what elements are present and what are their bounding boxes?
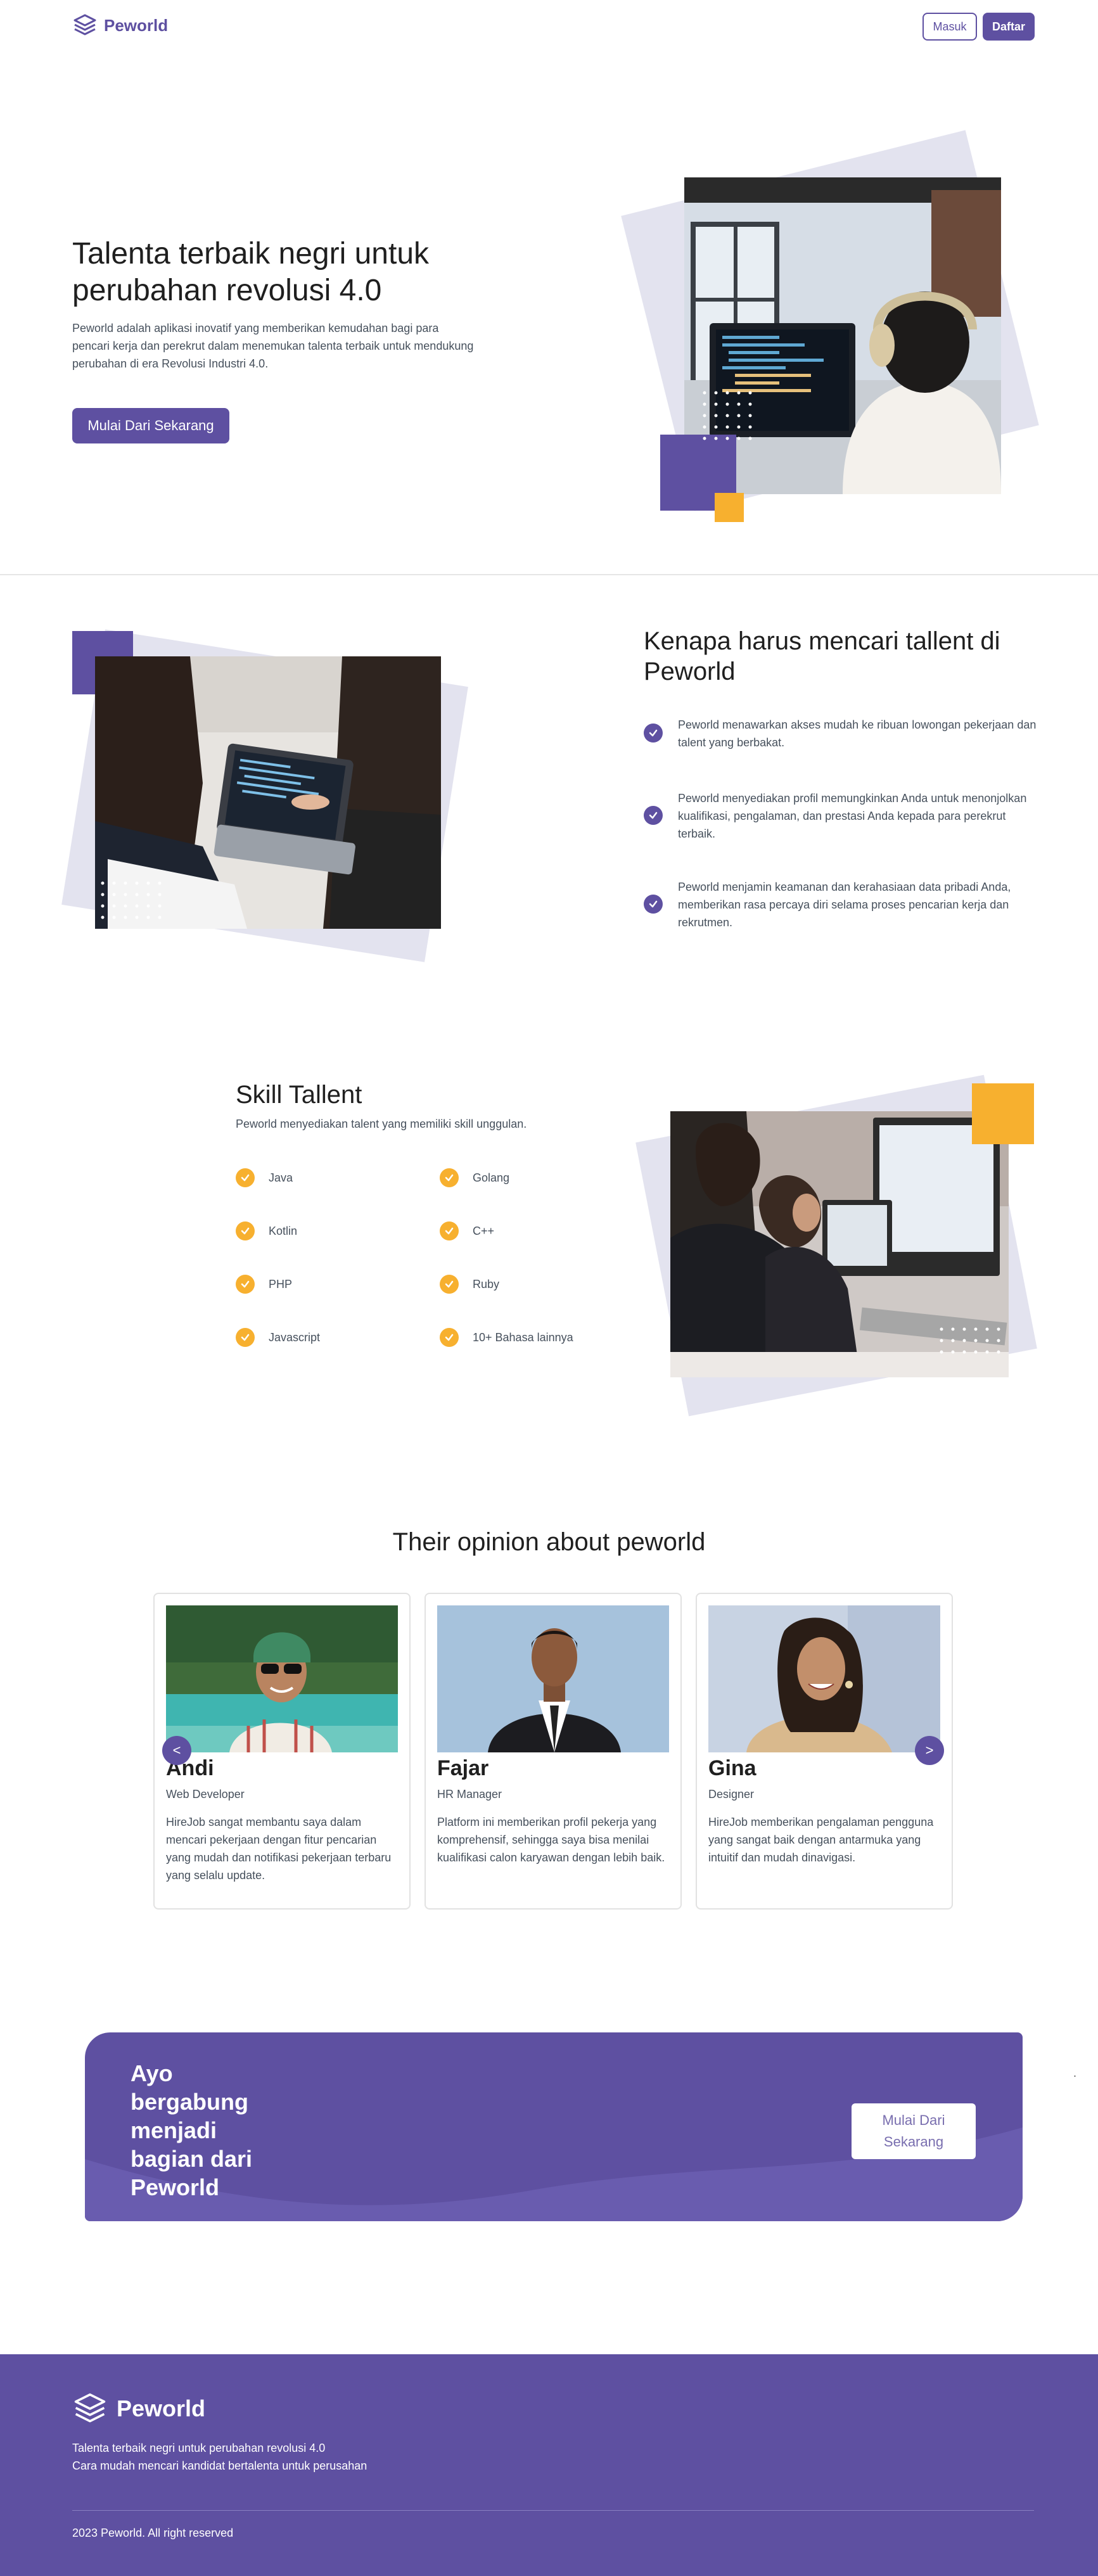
testimonial-role: Designer (708, 1788, 755, 1801)
skill-item: Golang (440, 1168, 509, 1187)
testimonial-photo (437, 1605, 669, 1752)
layers-icon (73, 14, 96, 35)
carousel-prev-button[interactable]: < (162, 1736, 191, 1765)
testimonial-card: Fajar HR Manager Platform ini memberikan… (425, 1593, 682, 1910)
check-circle-icon (440, 1275, 459, 1294)
why-item-text: Peworld menyediakan profil memungkinkan … (678, 792, 1027, 840)
footer-divider (72, 2510, 1034, 2511)
skill-item: 10+ Bahasa lainnya (440, 1328, 573, 1347)
testimonial-name: Fajar (437, 1756, 489, 1780)
hero-yellow-square (715, 493, 744, 522)
footer-tagline-line: Talenta terbaik negri untuk perubahan re… (72, 2442, 326, 2454)
check-circle-icon (440, 1328, 459, 1347)
skill-item: Javascript (236, 1328, 320, 1347)
skill-item: Ruby (440, 1275, 499, 1294)
skill-item: Kotlin (236, 1221, 297, 1240)
skill-subtitle: Peworld menyediakan talent yang memiliki… (236, 1118, 527, 1130)
footer-brand-name: Peworld (117, 2395, 206, 2421)
why-item-text: Peworld menjamin keamanan dan kerahasiaa… (678, 881, 1011, 929)
hero-dots-pattern (703, 391, 752, 440)
skill-image-group (635, 1074, 1039, 1423)
chevron-right-icon: > (925, 1742, 934, 1758)
banner-cta-button[interactable]: Mulai Dari Sekarang (852, 2103, 976, 2159)
check-circle-icon (236, 1328, 255, 1347)
nav-logo[interactable]: Peworld (72, 13, 168, 38)
testimonial-photo (166, 1605, 398, 1752)
hero-description: Peworld adalah aplikasi inovatif yang me… (72, 322, 474, 370)
skill-label: PHP (269, 1277, 293, 1291)
check-circle-icon (236, 1221, 255, 1240)
testimonial-name: Gina (708, 1756, 756, 1780)
why-title: Kenapa harus mencari tallent di Peworld (644, 627, 1000, 685)
testimonial-quote: HireJob memberikan pengalaman pengguna y… (708, 1816, 934, 1864)
why-image-group (61, 627, 475, 982)
opinion-title: Their opinion about peworld (392, 1528, 706, 1556)
testimonial-role: Web Developer (166, 1788, 245, 1801)
why-item: Peworld menjamin keamanan dan kerahasiaa… (644, 878, 1037, 931)
hero-title: Talenta terbaik negri untuk perubahan re… (72, 237, 430, 307)
skill-item: C++ (440, 1221, 494, 1240)
check-circle-icon (236, 1275, 255, 1294)
check-circle-icon (644, 724, 663, 743)
check-circle-icon (440, 1221, 459, 1240)
footer-tagline-line: Cara mudah mencari kandidat bertalenta u… (72, 2459, 367, 2472)
login-button[interactable]: Masuk (922, 13, 977, 41)
testimonial-role: HR Manager (437, 1788, 502, 1801)
why-item: Peworld menawarkan akses mudah ke ribuan… (644, 716, 1037, 751)
hero-image-group (621, 130, 1039, 523)
testimonial-quote: HireJob sangat membantu saya dalam menca… (166, 1816, 392, 1882)
skill-label: Ruby (473, 1277, 500, 1291)
check-circle-icon (644, 806, 663, 825)
skill-title: Skill Tallent (236, 1081, 362, 1109)
skill-label: C++ (473, 1224, 495, 1237)
why-item-text: Peworld menawarkan akses mudah ke ribuan… (678, 718, 1037, 749)
brand-name: Peworld (104, 15, 169, 35)
footer-logo[interactable]: Peworld (72, 2391, 205, 2426)
skill-label: Golang (473, 1171, 510, 1184)
chevron-left-icon: < (172, 1742, 181, 1758)
testimonial-photo (708, 1605, 940, 1752)
check-circle-icon (644, 895, 663, 914)
skill-label: Kotlin (269, 1224, 298, 1237)
testimonial-quote: Platform ini memberikan profil pekerja y… (437, 1816, 665, 1864)
footer-tagline: Talenta terbaik negri untuk perubahan re… (72, 2439, 367, 2475)
testimonial-card: Andi Web Developer HireJob sangat memban… (153, 1593, 411, 1910)
skill-item: PHP (236, 1275, 292, 1294)
carousel-next-button[interactable]: > (915, 1736, 944, 1765)
stray-dot: . (1073, 2067, 1077, 2079)
skill-yellow-square (972, 1083, 1034, 1144)
skill-label: Java (269, 1171, 293, 1184)
footer-copyright: 2023 Peworld. All right reserved (72, 2527, 234, 2539)
banner-text: Ayo bergabung menjadi bagian dari Peworl… (131, 2060, 253, 2200)
skill-item: Java (236, 1168, 293, 1187)
skill-dots-pattern (940, 1327, 1000, 1354)
check-circle-icon (236, 1168, 255, 1187)
why-dots-pattern (101, 881, 162, 919)
check-circle-icon (440, 1168, 459, 1187)
why-item: Peworld menyediakan profil memungkinkan … (644, 789, 1037, 843)
hero-cta-button[interactable]: Mulai Dari Sekarang (72, 408, 229, 443)
layers-icon (74, 2393, 106, 2423)
register-button[interactable]: Daftar (983, 13, 1035, 41)
skill-label: Javascript (269, 1330, 321, 1344)
section-divider (0, 574, 1098, 575)
skill-label: 10+ Bahasa lainnya (473, 1330, 573, 1344)
